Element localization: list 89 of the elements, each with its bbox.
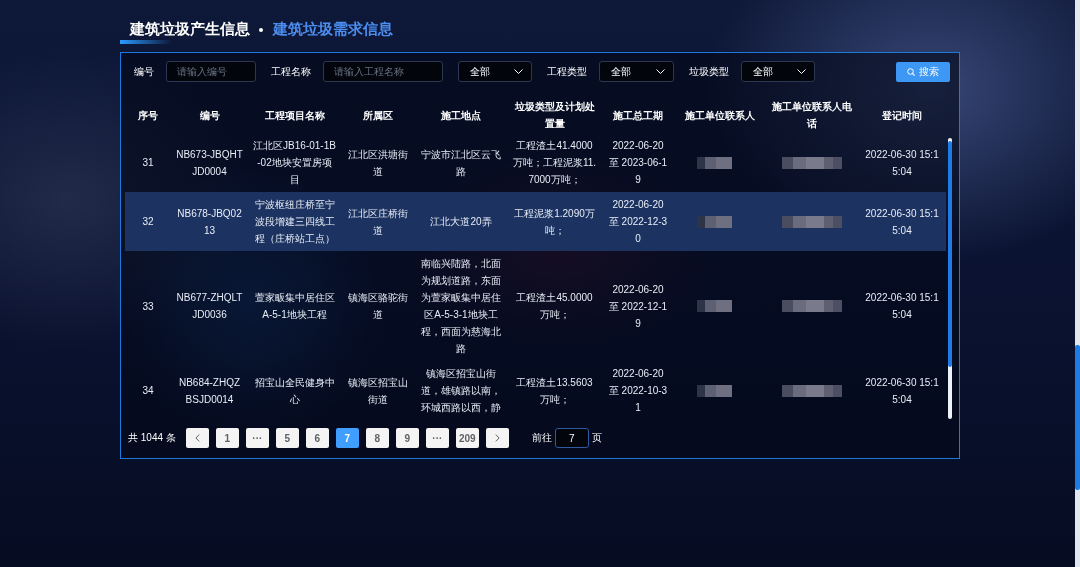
table-row[interactable]: 33 NB677-ZHQLTJD0036 萱家畈集中居住区A-5-1地块工程 镇海区骆驼街道 南临兴陆路，北面为规划道路，东面为萱家畈集中居住区A-5-3-1地块工程，西面为慈海北路 工程渣土45.0000万吨； 2022-06-20 至 2022-12-19 2022-06-30 15:15:04 [125, 251, 946, 361]
table-cell-text: 江北大道20弄 [429, 215, 493, 229]
page-scrollbar[interactable] [1075, 0, 1080, 567]
previous-page-button[interactable] [185, 428, 209, 448]
table-row[interactable]: 34 NB684-ZHQZBSJD0014 招宝山全民健身中心 镇海区招宝山街道 镇海区招宝山街道，雄镇路以南，环城西路以西，静 工程渣土13.5603万吨； 2022-06-20 至 2022-10-31 2022-06-30 15:15:04 [125, 361, 946, 420]
go-to-label: 前往 [531, 431, 552, 445]
search-icon [907, 67, 915, 76]
table-cell-text: 宁波市江北区云飞路 [420, 147, 502, 179]
column-header: 施工单位联系人 [684, 108, 756, 123]
table-cell-text: 工程渣土13.5603万吨； [515, 375, 594, 407]
table-cell-text: 33 [141, 299, 155, 314]
table-cell-text: 江北区JB16-01-1B-02地块安置房项目 [252, 139, 337, 187]
filter-label: 垃圾类型 [689, 64, 729, 79]
tab[interactable]: 建筑垃圾产生信息 [120, 20, 250, 44]
table-cell-text: 镇海区招宝山街道 [347, 375, 409, 407]
table-cell-text: 34 [141, 384, 155, 398]
page-button[interactable]: 9 [395, 428, 419, 448]
blurred-name [696, 384, 732, 397]
column-header: 登记时间 [881, 108, 923, 123]
next-page-button[interactable] [485, 428, 509, 448]
column-header: 所属区 [362, 108, 394, 123]
table-cell-text: 镇海区骆驼街道 [347, 291, 409, 322]
input-field[interactable]: 请输入工程名称 [323, 61, 443, 82]
column-header: 施工总工期 [612, 108, 664, 123]
table-cell-text: 江北区庄桥街道 [347, 206, 409, 238]
table-cell-text: 镇海区招宝山街道，雄镇路以南，环城西路以西，静 [420, 367, 502, 415]
blurred-name [696, 156, 732, 169]
page-button[interactable]: 1 [215, 428, 239, 448]
table-cell-text: NB673-JBQHTJD0004 [175, 147, 244, 179]
dropdown[interactable]: 全部 [458, 61, 532, 82]
chevron-down-icon [797, 69, 806, 74]
filter-label: 编号 [134, 64, 154, 79]
column-header: 序号 [137, 108, 159, 123]
page-button[interactable]: 209 [455, 428, 479, 448]
separator-dot-icon [259, 28, 263, 32]
chevron-down-icon [514, 69, 523, 74]
table-cell-text: 2022-06-20 至 2022-12-19 [607, 282, 669, 331]
filter-label: 工程名称 [271, 64, 311, 79]
page-button[interactable]: ··· [425, 428, 449, 448]
table-row[interactable]: 32 NB678-JBQ0213 宁波枢纽庄桥至宁波段增建三四线工程（庄桥站工点） 江北区庄桥街道 江北大道20弄 工程泥浆1.2090万吨； 2022-06-20 至 2022-12-30 2022-06-30 15:15:04 [125, 192, 946, 251]
chevron-right-icon [494, 434, 500, 442]
table-cell-text: NB684-ZHQZBSJD0014 [177, 375, 242, 407]
tab[interactable]: 建筑垃圾需求信息 [263, 20, 393, 44]
table-cell-text: 工程泥浆1.2090万吨； [513, 206, 596, 238]
table-cell-text: NB677-ZHQLTJD0036 [175, 291, 244, 322]
table-row[interactable]: 31 NB673-JBQHTJD0004 江北区JB16-01-1B-02地块安置房项目 江北区洪塘街道 宁波市江北区云飞路 工程渣土41.4000万吨；工程泥浆11.7000万吨； 2022-06-20 至 2023-06-19 2022-06-30 15:15:04 [125, 133, 946, 192]
table-cell-text: 招宝山全民健身中心 [253, 375, 336, 407]
filter-label: 工程类型 [547, 64, 587, 79]
table-cell-text: 2022-06-30 15:15:04 [864, 147, 940, 179]
input-field[interactable]: 请输入编号 [166, 61, 256, 82]
table-cell-text: 萱家畈集中居住区A-5-1地块工程 [253, 291, 336, 322]
table-cell-text: 2022-06-30 15:15:04 [864, 206, 940, 238]
blurred-phone-number [782, 215, 842, 228]
table-cell-text: 2022-06-20 至 2022-10-31 [607, 367, 669, 415]
page-suffix-label: 页 [591, 431, 602, 445]
blurred-phone-number [782, 156, 842, 169]
column-header: 垃圾类型及计划处置量 [513, 100, 596, 131]
dropdown[interactable]: 全部 [741, 61, 815, 82]
dropdown[interactable]: 全部 [599, 61, 674, 82]
chevron-left-icon [194, 434, 200, 442]
blurred-name [696, 300, 732, 312]
table-cell-text: 工程渣土45.0000万吨； [515, 291, 594, 322]
page-button[interactable]: 5 [275, 428, 299, 448]
vertical-scrollbar[interactable] [948, 138, 952, 419]
total-count: 共 1044 条 [128, 431, 176, 445]
page-button[interactable]: 6 [305, 428, 329, 448]
blurred-name [696, 215, 732, 228]
blurred-phone-number [782, 384, 842, 397]
column-header: 施工地点 [440, 108, 482, 123]
table-cell-text: 宁波枢纽庄桥至宁波段增建三四线工程（庄桥站工点） [253, 198, 336, 246]
column-header: 施工单位联系人电话 [771, 100, 853, 131]
table-cell-text: 工程渣土41.4000万吨；工程泥浆11.7000万吨； [511, 139, 598, 187]
table-cell-text: 南临兴陆路，北面为规划道路，东面为萱家畈集中居住区A-5-3-1地块工程，西面为慈海北路 [420, 257, 502, 356]
page-button[interactable]: ··· [245, 428, 269, 448]
table-cell-text: 江北区洪塘街道 [347, 147, 409, 179]
table-cell-text: 2022-06-20 至 2023-06-19 [607, 139, 669, 187]
table-cell-text: 31 [141, 156, 155, 170]
chevron-down-icon [656, 69, 665, 74]
table-cell-text: 2022-06-30 15:15:04 [864, 291, 940, 322]
page-button[interactable]: 8 [365, 428, 389, 448]
column-header: 编号 [198, 108, 221, 123]
table-cell-text: 2022-06-20 至 2022-12-30 [607, 198, 669, 246]
table-cell-text: 32 [141, 215, 155, 229]
table-cell-text: NB678-JBQ0213 [176, 206, 243, 238]
table-cell-text: 2022-06-30 15:15:04 [864, 375, 940, 407]
search-button[interactable]: 搜索 [896, 61, 950, 82]
blurred-phone-number [782, 300, 842, 312]
column-header: 工程项目名称 [263, 108, 326, 123]
page-number-field[interactable]: 7 [554, 428, 589, 448]
